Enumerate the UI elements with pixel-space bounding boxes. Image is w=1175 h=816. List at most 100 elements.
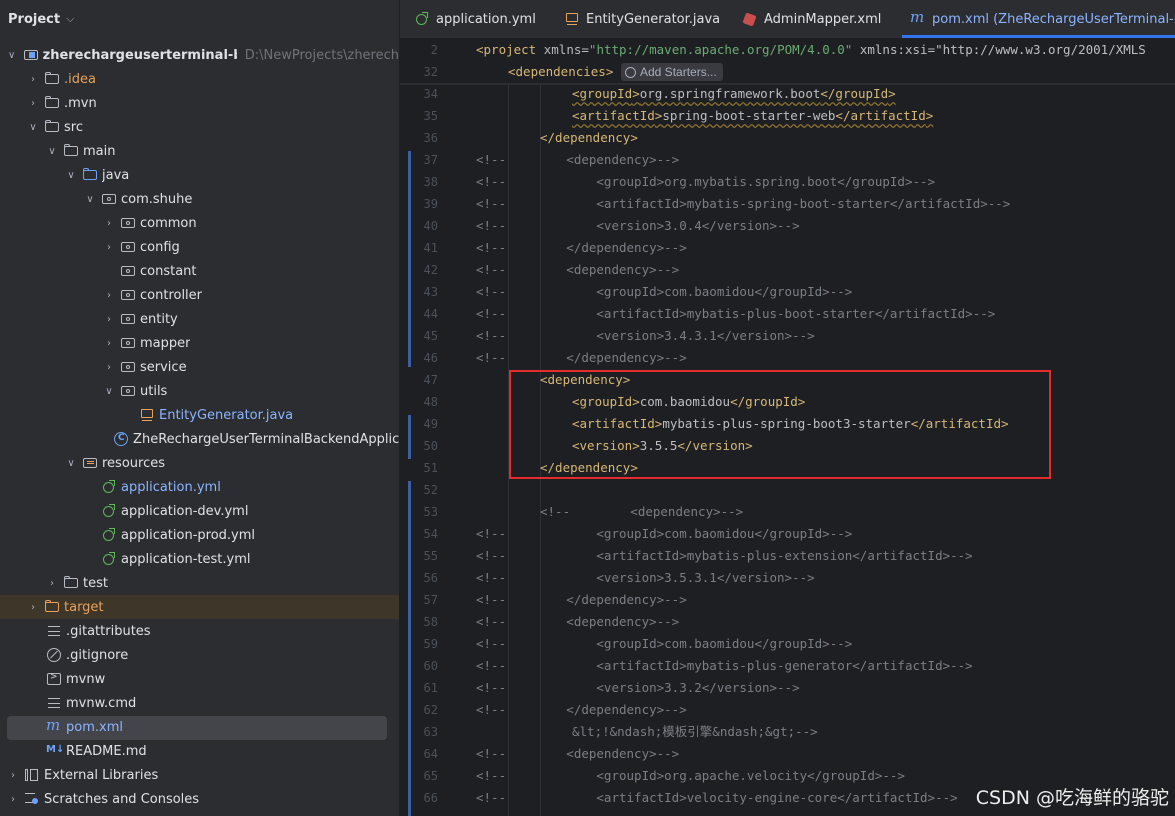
tree-item-common[interactable]: › common <box>0 211 399 235</box>
tree-item-application-yml[interactable]: application.yml <box>0 475 399 499</box>
line-number[interactable]: 56 <box>400 567 438 589</box>
tree-item-application-class[interactable]: ZheRechargeUserTerminalBackendApplicati <box>0 427 399 451</box>
line-number[interactable]: 50 <box>400 435 438 457</box>
code-line[interactable]: <!-- </dependency>--> <box>476 347 687 369</box>
chevron-down-icon[interactable]: ∨ <box>102 386 116 397</box>
code-line[interactable]: <!-- </dependency>--> <box>476 699 687 721</box>
code-editor[interactable]: Add Starters... 2 <project xmlns="http://… <box>400 39 1175 816</box>
code-line[interactable]: <!-- <dependency>--> <box>476 743 679 765</box>
chevron-right-icon[interactable]: › <box>26 74 40 85</box>
tree-item-mvnw-cmd[interactable]: mvnw.cmd <box>0 691 399 715</box>
line-number[interactable]: 48 <box>400 391 438 413</box>
chevron-right-icon[interactable]: › <box>102 314 116 325</box>
chevron-right-icon[interactable]: › <box>102 242 116 253</box>
line-number[interactable]: 40 <box>400 215 438 237</box>
chevron-down-icon[interactable]: ⌵ <box>66 12 74 26</box>
chevron-right-icon[interactable]: › <box>102 362 116 373</box>
tree-item-gitattributes[interactable]: .gitattributes <box>0 619 399 643</box>
line-number[interactable]: 65 <box>400 765 438 787</box>
tree-item-com-shuhe[interactable]: ∨ com.shuhe <box>0 187 399 211</box>
line-number[interactable]: 47 <box>400 369 438 391</box>
line-number[interactable]: 38 <box>400 171 438 193</box>
line-number[interactable]: 51 <box>400 457 438 479</box>
line-number[interactable]: 57 <box>400 589 438 611</box>
chevron-right-icon[interactable]: › <box>6 770 20 781</box>
tree-item-root[interactable]: ∨ zherechargeuserterminal-backend D:\New… <box>0 43 399 67</box>
line-number[interactable]: 45 <box>400 325 438 347</box>
line-number[interactable]: 39 <box>400 193 438 215</box>
code-line[interactable]: <groupId>org.springframework.boot</group… <box>572 83 896 105</box>
line-number[interactable]: 43 <box>400 281 438 303</box>
tab-entity-generator[interactable]: EntityGenerator.java <box>564 0 720 38</box>
code-line[interactable]: <!-- <version>3.3.2</version>--> <box>476 677 800 699</box>
code-line[interactable]: <!-- <groupId>org.apache.velocity</group… <box>476 765 905 787</box>
line-number[interactable]: 32 <box>400 61 438 83</box>
tree-item-application-dev-yml[interactable]: application-dev.yml <box>0 499 399 523</box>
tree-item-test[interactable]: › test <box>0 571 399 595</box>
code-line[interactable]: <dependencies> <box>508 61 613 83</box>
line-number[interactable]: 54 <box>400 523 438 545</box>
line-number[interactable]: 58 <box>400 611 438 633</box>
chevron-down-icon[interactable]: ∨ <box>5 50 19 61</box>
chevron-down-icon[interactable]: ∨ <box>64 170 78 181</box>
tree-item-idea[interactable]: › .idea <box>0 67 399 91</box>
tree-item-mapper[interactable]: › mapper <box>0 331 399 355</box>
tree-item-application-prod-yml[interactable]: application-prod.yml <box>0 523 399 547</box>
code-line[interactable]: <!-- <groupId>com.baomidou</groupId>--> <box>476 523 852 545</box>
chevron-right-icon[interactable]: › <box>102 218 116 229</box>
code-line[interactable]: <!-- <groupId>com.baomidou</groupId>--> <box>476 281 852 303</box>
tree-item-scratches[interactable]: › Scratches and Consoles <box>0 787 399 811</box>
code-line[interactable]: <!-- </dependency>--> <box>476 237 687 259</box>
code-line[interactable]: <!-- <dependency>--> <box>476 259 679 281</box>
line-number[interactable]: 42 <box>400 259 438 281</box>
tree-item-entity[interactable]: › entity <box>0 307 399 331</box>
tree-item-main[interactable]: ∨ main <box>0 139 399 163</box>
line-number[interactable]: 61 <box>400 677 438 699</box>
chevron-right-icon[interactable]: › <box>26 98 40 109</box>
code-line[interactable]: <!-- <artifactId>mybatis-plus-extension<… <box>476 545 973 567</box>
line-number[interactable]: 52 <box>400 479 438 501</box>
project-panel-header[interactable]: Project ⌵ <box>0 0 399 38</box>
code-line[interactable]: <artifactId>spring-boot-starter-web</art… <box>572 105 933 127</box>
chevron-down-icon[interactable]: ∨ <box>45 146 59 157</box>
line-number[interactable]: 36 <box>400 127 438 149</box>
line-number[interactable]: 34 <box>400 83 438 105</box>
line-number[interactable]: 60 <box>400 655 438 677</box>
code-line[interactable]: </dependency> <box>540 127 638 149</box>
line-number[interactable]: 53 <box>400 501 438 523</box>
chevron-down-icon[interactable]: ∨ <box>26 122 40 133</box>
line-number[interactable]: 44 <box>400 303 438 325</box>
tree-item-constant[interactable]: constant <box>0 259 399 283</box>
code-line[interactable]: <project xmlns="http://maven.apache.org/… <box>476 39 1146 61</box>
line-number[interactable]: 37 <box>400 149 438 171</box>
chevron-right-icon[interactable]: › <box>102 290 116 301</box>
tree-item-config[interactable]: › config <box>0 235 399 259</box>
code-line[interactable]: <!-- <version>3.0.4</version>--> <box>476 215 800 237</box>
tree-item-resources[interactable]: ∨ resources <box>0 451 399 475</box>
code-line[interactable]: <!-- <dependency>--> <box>476 611 679 633</box>
tree-item-mvnw[interactable]: mvnw <box>0 667 399 691</box>
chevron-right-icon[interactable]: › <box>102 338 116 349</box>
line-number[interactable]: 35 <box>400 105 438 127</box>
tree-item-gitignore[interactable]: .gitignore <box>0 643 399 667</box>
chevron-right-icon[interactable]: › <box>45 578 59 589</box>
line-number[interactable]: 66 <box>400 787 438 809</box>
tree-item-entity-generator[interactable]: EntityGenerator.java <box>0 403 399 427</box>
tree-item-controller[interactable]: › controller <box>0 283 399 307</box>
code-line[interactable]: <!-- <version>3.5.3.1</version>--> <box>476 567 815 589</box>
tab-admin-mapper[interactable]: AdminMapper.xml <box>742 0 881 38</box>
add-starters-hint[interactable]: Add Starters... <box>621 63 723 81</box>
code-line[interactable]: <!-- <groupId>org.mybatis.spring.boot</g… <box>476 171 935 193</box>
code-line[interactable]: <!-- <artifactId>velocity-engine-core</a… <box>476 787 958 809</box>
tree-item-utils[interactable]: ∨ utils <box>0 379 399 403</box>
code-line[interactable]: <!-- <version>3.4.3.1</version>--> <box>476 325 815 347</box>
code-line[interactable]: <!-- <groupId>com.baomidou</groupId>--> <box>476 633 852 655</box>
code-line[interactable]: <!-- <dependency>--> <box>476 149 679 171</box>
chevron-down-icon[interactable]: ∨ <box>64 458 78 469</box>
tree-item-mvn[interactable]: › .mvn <box>0 91 399 115</box>
tree-item-src[interactable]: ∨ src <box>0 115 399 139</box>
chevron-right-icon[interactable]: › <box>6 794 20 805</box>
chevron-right-icon[interactable]: › <box>26 602 40 613</box>
tree-item-pom-xml[interactable]: pom.xml <box>0 715 399 739</box>
code-line[interactable]: &lt;!&ndash;模板引擎&ndash;&gt;--> <box>572 721 818 743</box>
